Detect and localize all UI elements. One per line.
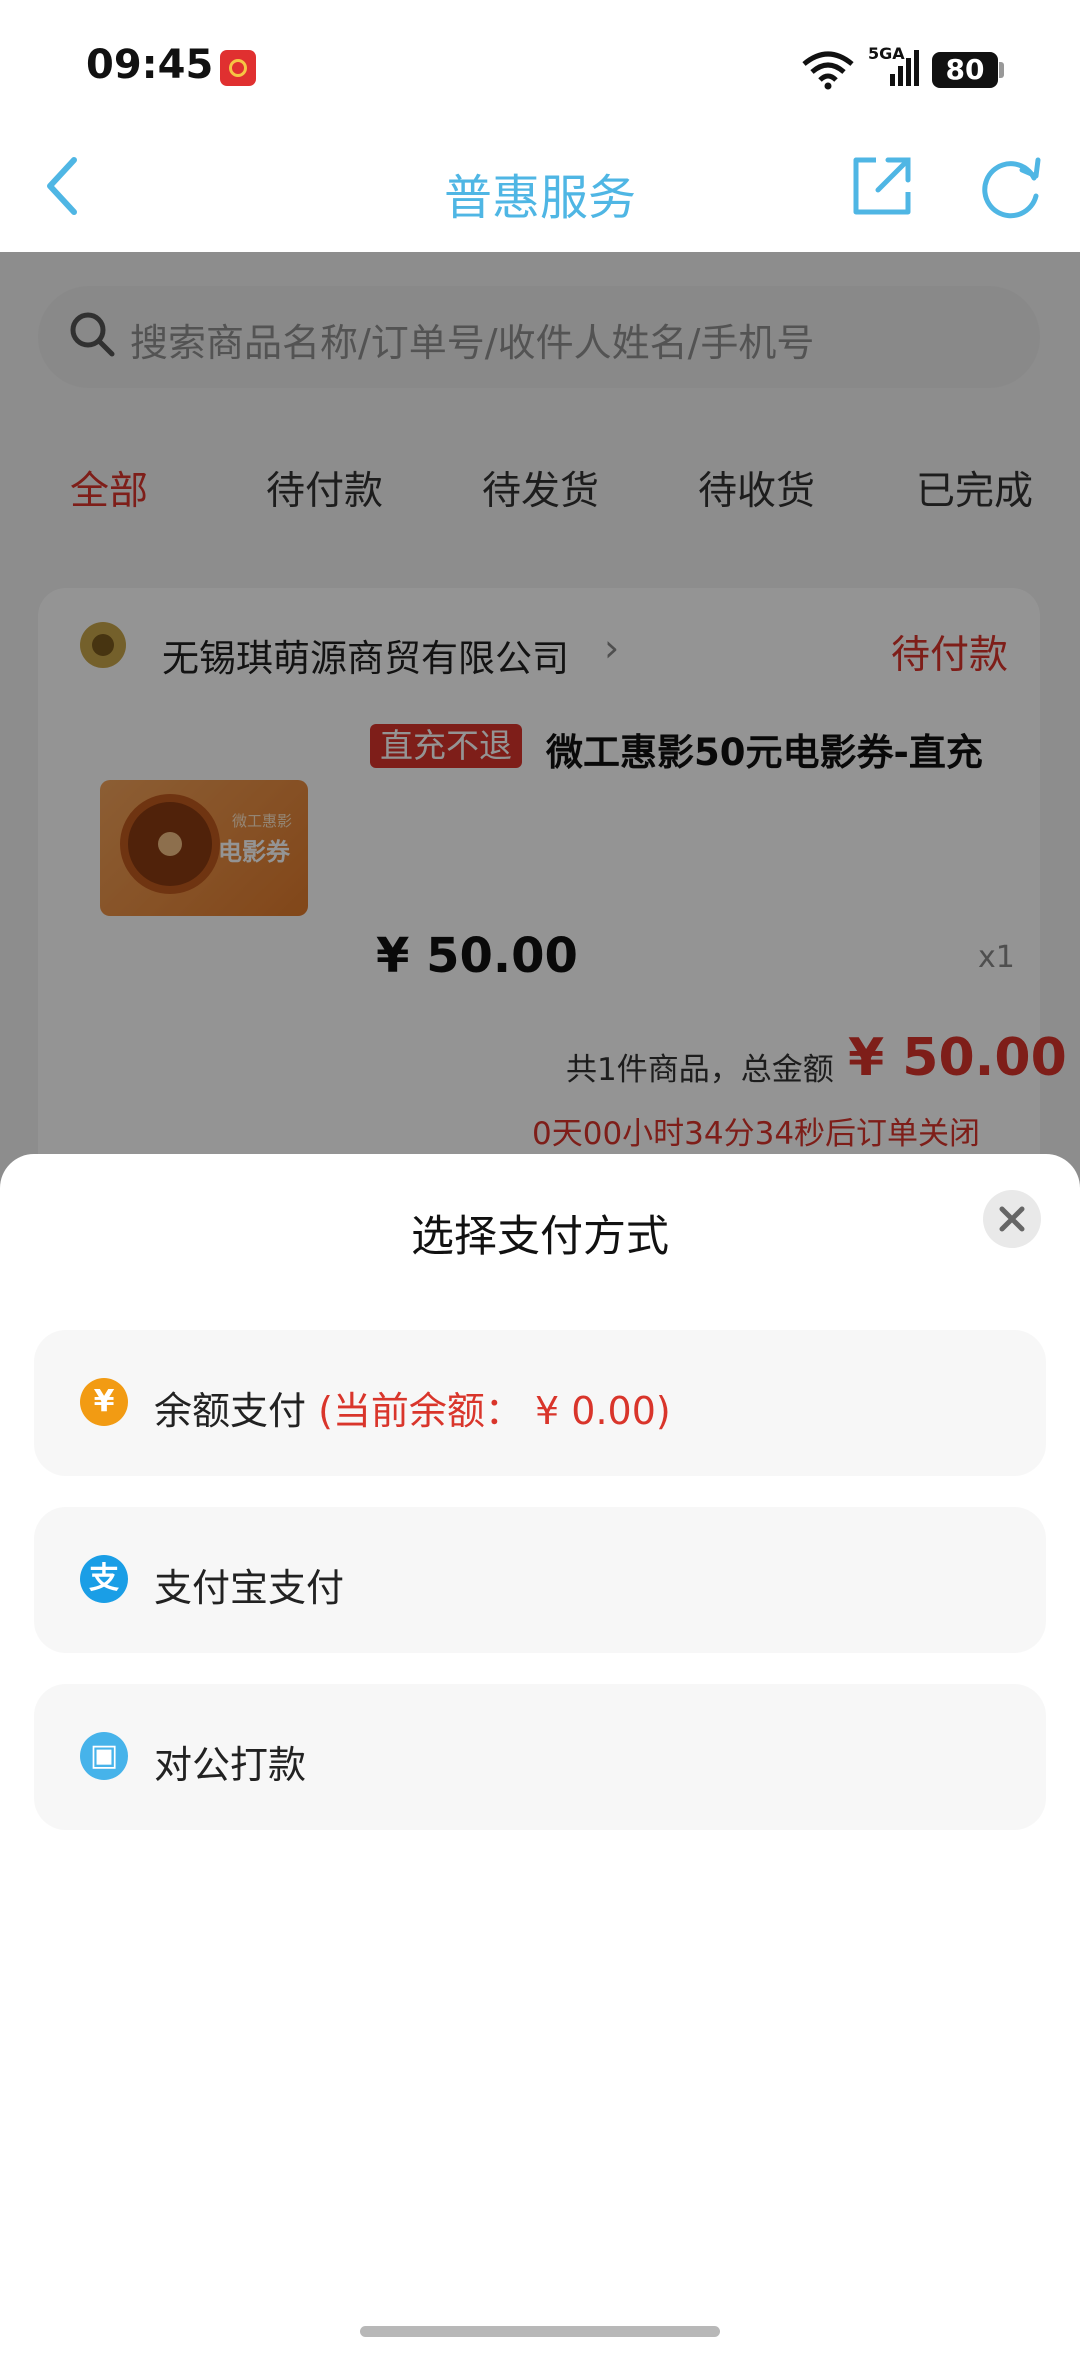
close-icon	[999, 1206, 1025, 1232]
wifi-icon	[802, 51, 854, 90]
share-icon[interactable]	[848, 150, 916, 222]
page-title: 普惠服务	[443, 170, 636, 226]
alipay-label: 支付宝支付	[154, 1566, 345, 1610]
battery-indicator: 80	[932, 52, 998, 88]
wallet-icon: ▣	[80, 1732, 128, 1780]
close-button[interactable]	[983, 1190, 1041, 1248]
bank-transfer-label: 对公打款	[154, 1743, 307, 1787]
cellular-signal-icon: 5GA	[868, 44, 924, 90]
payment-option-label: 余额支付 (当前余额： ¥ 0.00)	[154, 1380, 671, 1435]
current-balance-note: (当前余额： ¥ 0.00)	[318, 1389, 671, 1433]
home-indicator[interactable]	[360, 2326, 720, 2337]
sheet-title: 选择支付方式	[411, 1212, 669, 1262]
battery-tip	[999, 62, 1004, 78]
yuan-icon: ¥	[80, 1378, 128, 1426]
refresh-icon[interactable]	[978, 150, 1046, 222]
alipay-icon: 支	[80, 1555, 128, 1603]
trade-union-app-icon	[220, 50, 256, 86]
balance-pay-label: 余额支付	[154, 1389, 307, 1433]
status-time: 09:45	[86, 42, 214, 88]
